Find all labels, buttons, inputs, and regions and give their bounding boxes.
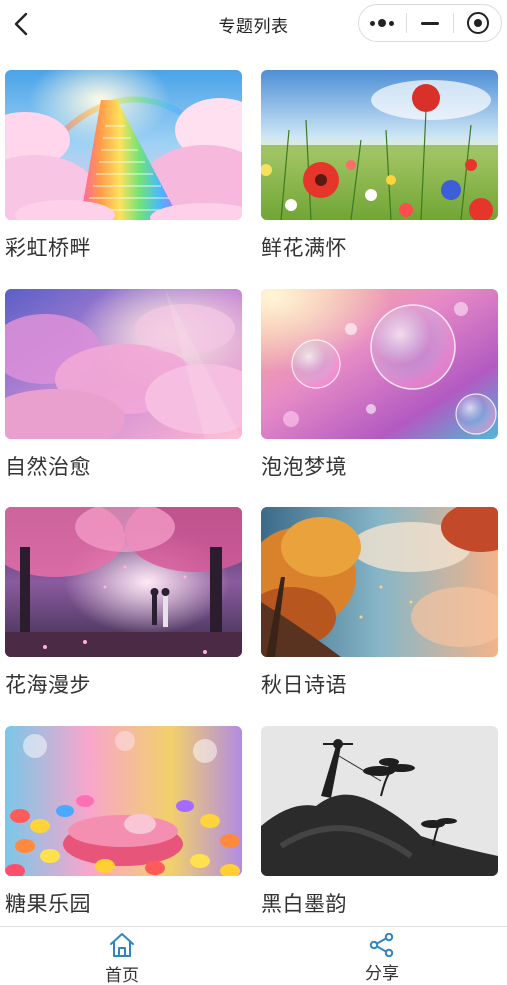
more-dots-icon [370,19,395,27]
topic-title: 黑白墨韵 [261,892,347,916]
topic-thumbnail-ink [261,726,498,876]
topic-thumbnail-candy [5,726,242,876]
topic-card[interactable]: 秋日诗语 [261,507,498,707]
topic-card[interactable]: 泡泡梦境 [261,289,498,489]
topic-thumbnail-cherry-blossom [5,507,242,657]
topic-title: 秋日诗语 [261,673,347,697]
topic-thumbnail-pink-clouds [5,289,242,439]
navbar: 专题列表 [0,0,507,50]
topic-title: 糖果乐园 [5,892,91,916]
topic-title: 泡泡梦境 [261,455,347,479]
minus-icon [421,21,439,25]
more-button[interactable] [359,5,406,41]
topic-title: 鲜花满怀 [261,236,347,260]
target-circle-icon [466,12,489,34]
tab-bar: 首页 分享 [0,926,507,985]
topic-title: 花海漫步 [5,673,91,697]
tab-home-label: 首页 [105,966,139,985]
topic-card[interactable]: 花海漫步 [5,507,242,707]
topic-card[interactable]: 彩虹桥畔 [5,70,242,270]
topic-title: 彩虹桥畔 [5,236,91,260]
topic-thumbnail-wildflowers [261,70,498,220]
topic-card[interactable]: 鲜花满怀 [261,70,498,270]
tab-share[interactable]: 分享 [302,927,462,985]
topic-thumbnail-rainbow-stairs [5,70,242,220]
minimize-button[interactable] [407,5,454,41]
topic-card[interactable]: 糖果乐园 [5,726,242,926]
mini-program-capsule [358,4,502,42]
topic-title: 自然治愈 [5,455,91,479]
topic-thumbnail-autumn [261,507,498,657]
page: 专题列表 彩虹桥畔 鲜花满怀 自然治愈 泡泡梦境 花海漫步 秋日诗语 糖果乐园 … [0,0,507,985]
tab-share-label: 分享 [365,964,399,984]
tab-home[interactable]: 首页 [42,927,202,985]
close-button[interactable] [454,5,501,41]
topic-card[interactable]: 黑白墨韵 [261,726,498,926]
topic-card[interactable]: 自然治愈 [5,289,242,489]
home-icon [110,933,134,957]
topic-thumbnail-bubbles [261,289,498,439]
share-icon [369,933,394,957]
